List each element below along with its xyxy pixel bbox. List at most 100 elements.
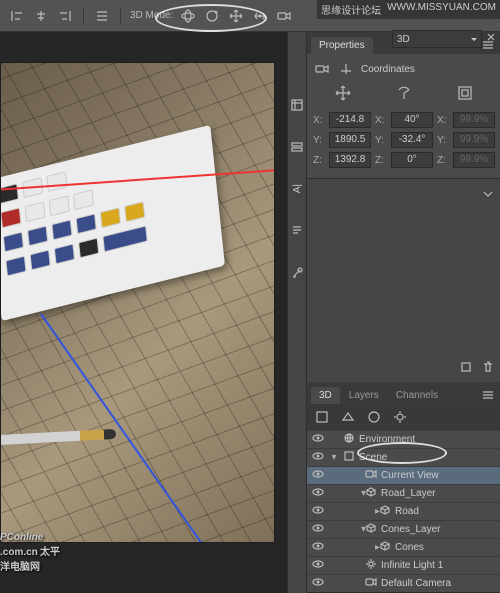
rot-x[interactable]: 40° xyxy=(391,112,433,128)
workspace-dropdown-label: 3D xyxy=(397,34,410,45)
canvas[interactable] xyxy=(0,62,275,543)
visibility-icon[interactable] xyxy=(311,578,325,589)
rot-y[interactable]: -32.4° xyxy=(391,132,433,148)
align-right-icon[interactable] xyxy=(56,7,74,25)
coord-row-y: Y:1890.5 Y:-32.4° Y:99.9% xyxy=(313,132,495,148)
row-type-icon xyxy=(365,558,377,573)
watermark: 思缘设计论坛 WWW.MISSYUAN.COM xyxy=(317,0,500,19)
filter-material-icon[interactable] xyxy=(365,408,383,426)
properties-panel: Properties Coordinates X:-2 xyxy=(307,32,500,179)
tree-row[interactable]: Current View xyxy=(307,466,500,484)
character-icon[interactable]: A| xyxy=(288,180,306,198)
tree-row[interactable]: ▸ Cones xyxy=(307,538,500,556)
filter-row xyxy=(307,404,500,430)
tab-channels[interactable]: Channels xyxy=(388,387,446,404)
workspace-dropdown[interactable]: 3D xyxy=(392,30,482,48)
scale-y: 99.9% xyxy=(453,132,495,148)
pos-x[interactable]: -214.8 xyxy=(329,112,371,128)
distribute-icon[interactable] xyxy=(93,7,111,25)
row-label: Current View xyxy=(381,470,439,481)
tools-icon[interactable] xyxy=(288,264,306,282)
align-left-icon[interactable] xyxy=(8,7,26,25)
row-label: Infinite Light 1 xyxy=(381,560,443,571)
paragraph-icon[interactable] xyxy=(288,222,306,240)
twisty-icon[interactable]: ▸ xyxy=(329,542,375,553)
tree-row[interactable]: ▾ Cones_Layer xyxy=(307,520,500,538)
history-icon[interactable] xyxy=(288,96,306,114)
collapsed-panel-strip: A| xyxy=(287,32,307,593)
orbit-icon[interactable] xyxy=(179,7,197,25)
mode-label: 3D Mode: xyxy=(130,10,173,21)
scale-z: 99.9% xyxy=(453,152,495,168)
pos-z[interactable]: 1392.8 xyxy=(329,152,371,168)
row-type-icon xyxy=(343,450,355,465)
twisty-icon[interactable]: ▾ xyxy=(329,452,339,463)
divider xyxy=(83,7,84,25)
slide-icon[interactable] xyxy=(251,7,269,25)
row-label: Cones xyxy=(395,542,424,553)
trash-icon[interactable] xyxy=(479,358,497,376)
coordinates-icon[interactable] xyxy=(337,60,355,78)
pan-icon[interactable] xyxy=(227,7,245,25)
roll-icon[interactable] xyxy=(203,7,221,25)
tree-row[interactable]: ▸ Road xyxy=(307,502,500,520)
row-label: Default Camera xyxy=(381,578,451,589)
row-label: Road xyxy=(395,506,419,517)
panel-menu-icon[interactable] xyxy=(479,386,497,404)
visibility-icon[interactable] xyxy=(311,506,325,517)
tree-row[interactable]: Environment xyxy=(307,430,500,448)
filter-light-icon[interactable] xyxy=(391,408,409,426)
pconline-watermark: PConline.com.cn 太平洋电脑网 xyxy=(0,527,62,573)
tree-row[interactable]: Default Camera xyxy=(307,574,500,592)
tree-row[interactable]: Infinite Light 1 xyxy=(307,556,500,574)
row-type-icon xyxy=(379,504,391,519)
row-type-icon xyxy=(365,577,377,590)
row-type-icon xyxy=(379,540,391,555)
visibility-icon[interactable] xyxy=(311,452,325,463)
twisty-icon[interactable]: ▸ xyxy=(329,506,375,517)
row-label: Scene xyxy=(359,452,387,463)
section-title: Coordinates xyxy=(361,64,415,75)
collapse-icon[interactable] xyxy=(479,185,497,203)
visibility-icon[interactable] xyxy=(311,488,325,499)
panel-gap xyxy=(307,179,500,382)
move-icon[interactable] xyxy=(334,84,352,102)
tab-layers[interactable]: Layers xyxy=(341,387,387,404)
row-type-icon xyxy=(365,469,377,482)
tree-row[interactable]: ▾ Scene xyxy=(307,448,500,466)
row-type-icon xyxy=(365,522,377,537)
divider xyxy=(120,7,121,25)
camera-icon[interactable] xyxy=(313,60,331,78)
visibility-icon[interactable] xyxy=(311,542,325,553)
scale-x: 99.9% xyxy=(453,112,495,128)
pos-y[interactable]: 1890.5 xyxy=(329,132,371,148)
visibility-icon[interactable] xyxy=(311,470,325,481)
scene-tree: Environment ▾ Scene Current View ▾Road_Layer… xyxy=(307,430,500,592)
align-center-h-icon[interactable] xyxy=(32,7,50,25)
tab-properties[interactable]: Properties xyxy=(311,37,373,54)
twisty-icon[interactable]: ▾ xyxy=(329,524,361,535)
workspace-close-icon[interactable] xyxy=(486,32,496,42)
tree-row[interactable]: ▾Road_Layer xyxy=(307,484,500,502)
visibility-icon[interactable] xyxy=(311,560,325,571)
row-type-icon xyxy=(343,432,355,447)
row-label: Environment xyxy=(359,434,415,445)
tab-3d[interactable]: 3D xyxy=(311,387,340,404)
twisty-icon[interactable]: ▾ xyxy=(329,488,361,499)
3d-panel: 3D Layers Channels Environment ▾ Scene Curr… xyxy=(307,382,500,593)
row-label: Cones_Layer xyxy=(381,524,440,535)
filter-scene-icon[interactable] xyxy=(313,408,331,426)
rotate-icon[interactable] xyxy=(395,84,413,102)
scale-icon[interactable] xyxy=(456,84,474,102)
rot-z[interactable]: 0° xyxy=(391,152,433,168)
coord-row-z: Z:1392.8 Z:0° Z:99.9% xyxy=(313,152,495,168)
panels-column: A| Properties Coordinates xyxy=(287,32,500,593)
new-icon[interactable] xyxy=(457,358,475,376)
zoom-camera-icon[interactable] xyxy=(275,7,293,25)
visibility-icon[interactable] xyxy=(311,434,325,445)
visibility-icon[interactable] xyxy=(311,524,325,535)
document-area: PConline.com.cn 太平洋电脑网 xyxy=(0,32,287,593)
row-type-icon xyxy=(365,486,377,501)
filter-mesh-icon[interactable] xyxy=(339,408,357,426)
swatches-icon[interactable] xyxy=(288,138,306,156)
